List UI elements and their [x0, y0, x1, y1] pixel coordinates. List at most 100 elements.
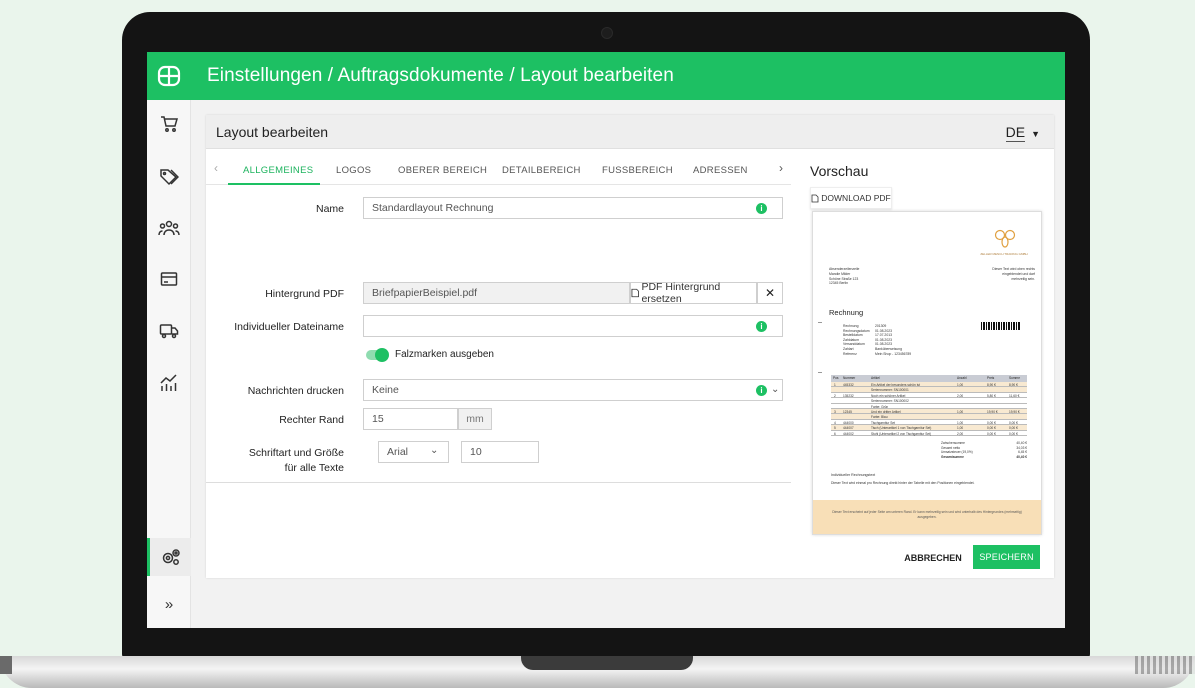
sidebar-item-shipping[interactable]	[147, 312, 191, 350]
invoice-preview: ZELLER MENCH TRADING GMBH Absenderzeilen…	[812, 211, 1042, 535]
webcam	[601, 27, 613, 39]
background-pdf-field: BriefpapierBeispiel.pdf	[363, 282, 630, 304]
language-value: DE	[1005, 124, 1026, 142]
cart-icon	[161, 116, 178, 132]
tabs-scroll-right-icon[interactable]: ›	[779, 161, 783, 175]
footer-text: Dieser Text erscheint auf jeder Seite am…	[832, 510, 1022, 519]
credit-card-icon	[160, 272, 178, 286]
preview-title: Vorschau	[810, 163, 869, 179]
table-cell: 135232	[843, 393, 854, 398]
table-cell: 2	[834, 393, 836, 398]
right-margin-unit: mm	[458, 408, 492, 430]
table-cell: Seriennummer: SN100001	[871, 388, 909, 393]
table-cell: Und ein dritter Artikel	[871, 409, 901, 414]
table-header: Pos Nummer Artikel Anzahl Preis Summe	[831, 375, 1027, 382]
table-cell: Ein Artikel der besonders schön ist	[871, 383, 920, 387]
tab-adressen[interactable]: ADRESSEN	[693, 165, 748, 176]
table-cell: 0,00 €	[987, 431, 996, 436]
download-pdf-button[interactable]: DOWNLOAD PDF	[810, 187, 892, 209]
table-cell: Stuhl (Unterartikel 2 von Tischgarnitur …	[871, 431, 932, 436]
table-row: 6 444002 Stuhl (Unterartikel 2 von Tischga…	[831, 431, 1027, 436]
cancel-button[interactable]: ABBRECHEN	[904, 547, 962, 569]
filename-input[interactable]	[363, 315, 783, 337]
table-cell: Tisch (Unterartikel 1 von Tischgarnitur …	[871, 426, 932, 431]
font-size-input[interactable]: 10	[461, 441, 539, 463]
table-cell: 1	[834, 383, 836, 387]
company-name: ZELLER MENCH TRADING GMBH	[980, 252, 1028, 256]
save-button[interactable]: SPEICHERN	[973, 545, 1040, 569]
fold-mark	[818, 372, 822, 373]
pdf-file-icon	[811, 194, 819, 202]
invoice-meta: Rechnung 201309 Rechnungsdatum 01.08.2023 …	[843, 324, 911, 356]
table-cell: Farbe: Grün	[871, 404, 889, 409]
sidebar-item-statistics[interactable]	[147, 364, 191, 402]
table-cell: Seriennummer: SN100002	[871, 399, 909, 404]
tab-fussbereich[interactable]: FUSSBEREICH	[602, 165, 673, 176]
tab-oberer-bereich[interactable]: OBERER BEREICH	[398, 165, 487, 176]
print-messages-info-icon[interactable]: i	[756, 385, 767, 396]
chevron-down-icon: ⌄	[430, 445, 439, 456]
table-cell: 19,90 €	[987, 409, 998, 414]
table-cell: Tischgarnitur Set	[871, 420, 895, 425]
form-divider	[206, 482, 791, 483]
table-cell: 0,00 €	[987, 420, 996, 425]
app-logo-icon[interactable]	[147, 52, 191, 100]
chart-icon	[160, 374, 177, 391]
sidebar-item-tags[interactable]	[147, 158, 191, 196]
replace-background-label: PDF Hintergrund ersetzen	[641, 281, 721, 305]
tab-logos[interactable]: LOGOS	[336, 165, 371, 176]
sidebar-item-settings[interactable]	[147, 538, 191, 576]
bee-logo-icon	[994, 229, 1016, 248]
settings-gears-icon	[162, 549, 180, 565]
name-input[interactable]: Standardlayout Rechnung	[363, 197, 783, 219]
laptop-notch	[521, 656, 693, 670]
laptop-base-edge	[1135, 656, 1195, 674]
download-pdf-label: DOWNLOAD PDF	[821, 193, 891, 203]
truck-icon	[159, 324, 179, 339]
meta-row: Referenz Mein Shop - 123456789	[843, 351, 912, 356]
table-cell: 5	[834, 426, 836, 431]
table-cell: 6	[834, 431, 836, 436]
page-title: Einstellungen / Auftragsdokumente / Layo…	[207, 65, 674, 86]
sidebar-item-users[interactable]	[147, 209, 191, 247]
fold-mark	[818, 322, 822, 323]
table-cell: 1,00	[957, 409, 964, 414]
filename-label: Individueller Dateiname	[234, 321, 344, 333]
note-line: mehrzeilig sein.	[1011, 276, 1035, 281]
tabs-scroll-left-icon[interactable]: ‹	[214, 161, 218, 175]
sidebar-item-cart[interactable]	[147, 105, 191, 143]
layout-edit-panel: Layout bearbeiten DE ▼ ‹ ALLGEMEINES LOGO…	[206, 115, 1054, 578]
table-cell: 0,00 €	[1009, 431, 1018, 436]
tab-bar: ‹ ALLGEMEINES LOGOS OBERER BEREICH DETAI…	[206, 155, 791, 185]
sender-line: 12345 Berlin	[829, 281, 849, 286]
panel-header: Layout bearbeiten DE ▼	[206, 115, 1054, 149]
top-right-note: Dieser Text wird oben rechts eingeblende…	[963, 267, 1035, 281]
invoice-totals: Zwischensumme 40,40 € Gesamt netto 34,03 €…	[941, 441, 1027, 460]
sidebar: »	[147, 100, 191, 628]
print-messages-label: Nachrichten drucken	[247, 385, 344, 397]
table-cell: 0,00 €	[1009, 426, 1018, 431]
invoice-table: Pos Nummer Artikel Anzahl Preis Summe 1 4…	[831, 375, 1027, 436]
total-row: Gesamtsumme 40,40 €	[941, 454, 1027, 459]
print-messages-select[interactable]: Keine	[363, 379, 783, 401]
name-info-icon[interactable]: i	[756, 203, 767, 214]
right-margin-input[interactable]: 15	[363, 408, 458, 430]
table-cell: 8,90 €	[1009, 383, 1018, 387]
fold-marks-toggle[interactable]	[366, 348, 389, 362]
table-cell: 5,80 €	[987, 393, 996, 398]
table-cell: 0,00 €	[987, 426, 996, 431]
panel-title: Layout bearbeiten	[216, 124, 329, 140]
filename-info-icon[interactable]: i	[756, 321, 767, 332]
sidebar-item-payments[interactable]	[147, 260, 191, 298]
tab-allgemeines[interactable]: ALLGEMEINES	[243, 165, 313, 176]
tab-detailbereich[interactable]: DETAILBEREICH	[502, 165, 581, 176]
chevron-down-icon: ⌄	[771, 384, 780, 395]
replace-background-button[interactable]: PDF Hintergrund ersetzen	[630, 281, 757, 305]
language-select[interactable]: DE ▼	[1005, 124, 1040, 142]
fold-marks-label: Falzmarken ausgeben	[395, 349, 494, 360]
remove-background-button[interactable]: ✕	[757, 282, 783, 304]
font-label: Schriftart und Größe für alle Texte	[206, 446, 344, 476]
invoice-heading: Rechnung	[829, 308, 864, 317]
individual-text-title: Individueller Rechnungstext	[831, 473, 876, 477]
sidebar-expand-button[interactable]: »	[147, 585, 191, 623]
